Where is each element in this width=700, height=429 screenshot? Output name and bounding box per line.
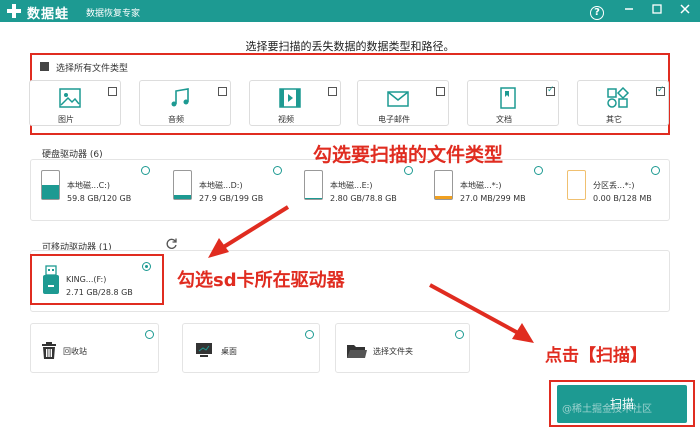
watermark: @稀土掘金技术社区 [562,404,652,415]
arrow-to-scan-button [429,283,534,343]
arrow-to-removable-drive [208,205,290,258]
annotation-arrows [208,205,534,343]
